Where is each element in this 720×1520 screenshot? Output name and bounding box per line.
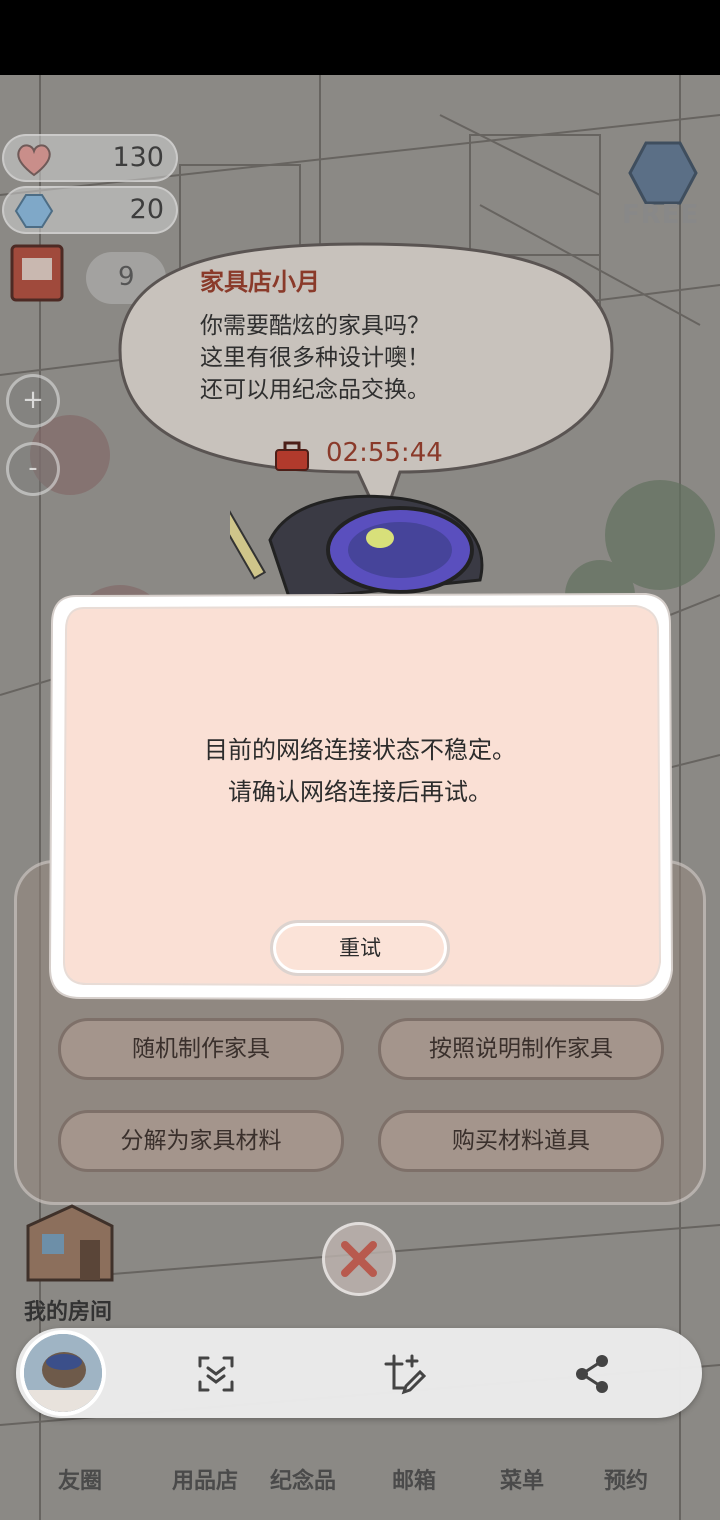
toolbox-icon: [275, 441, 309, 471]
hearts-value: 130: [112, 142, 164, 173]
npc-line-2: 这里有很多种设计噢！: [200, 345, 430, 371]
gems-value: 20: [129, 194, 164, 225]
npc-timer: 02:55:44: [326, 438, 443, 468]
nav-menu[interactable]: 菜单: [500, 1463, 544, 1495]
my-room-label[interactable]: 我的房间: [24, 1294, 112, 1326]
scroll-capture-icon[interactable]: [194, 1352, 238, 1396]
edit-crop-icon[interactable]: [382, 1352, 426, 1396]
screenshot-thumbnail[interactable]: [20, 1330, 106, 1416]
npc-line-3: 还可以用纪念品交换。: [200, 377, 430, 403]
nav-reservation[interactable]: 预约: [604, 1463, 648, 1495]
nav-souvenirs[interactable]: 纪念品: [270, 1463, 336, 1495]
retry-button[interactable]: 重试: [270, 920, 450, 976]
nav-friends[interactable]: 友圈: [58, 1463, 102, 1495]
nav-supply-store[interactable]: 用品店: [172, 1463, 238, 1495]
close-menu-button[interactable]: [322, 1222, 396, 1296]
zoom-out-button[interactable]: -: [6, 442, 60, 496]
buy-materials-button[interactable]: 购买材料道具: [378, 1110, 664, 1172]
my-room-icon[interactable]: [22, 1200, 118, 1288]
gems-counter: 20: [2, 186, 178, 234]
free-badge[interactable]: FREE: [622, 200, 718, 236]
npc-name: 家具店小月: [200, 268, 320, 296]
dialog-message-line-1: 目前的网络连接状态不稳定。: [204, 736, 516, 764]
heart-icon: [17, 144, 51, 177]
status-bar: [0, 0, 720, 75]
diary-book-icon[interactable]: [8, 242, 68, 304]
gem-shop-icon[interactable]: [628, 140, 698, 206]
close-icon: [341, 1241, 377, 1277]
guided-make-button[interactable]: 按照说明制作家具: [378, 1018, 664, 1080]
gem-icon: [14, 194, 54, 228]
npc-line-1: 你需要酷炫的家具吗？: [200, 313, 430, 339]
decompose-button[interactable]: 分解为家具材料: [58, 1110, 344, 1172]
game-bottom-nav: 友圈 用品店 纪念品 邮箱 菜单 预约: [0, 1445, 720, 1520]
zoom-in-button[interactable]: +: [6, 374, 60, 428]
dialog-message-line-2: 请确认网络连接后再试。: [228, 778, 492, 806]
share-icon[interactable]: [570, 1352, 614, 1396]
random-make-button[interactable]: 随机制作家具: [58, 1018, 344, 1080]
thumbnail-preview-image: [24, 1334, 102, 1412]
hearts-counter: 130: [2, 134, 178, 182]
nav-mailbox[interactable]: 邮箱: [392, 1463, 436, 1495]
